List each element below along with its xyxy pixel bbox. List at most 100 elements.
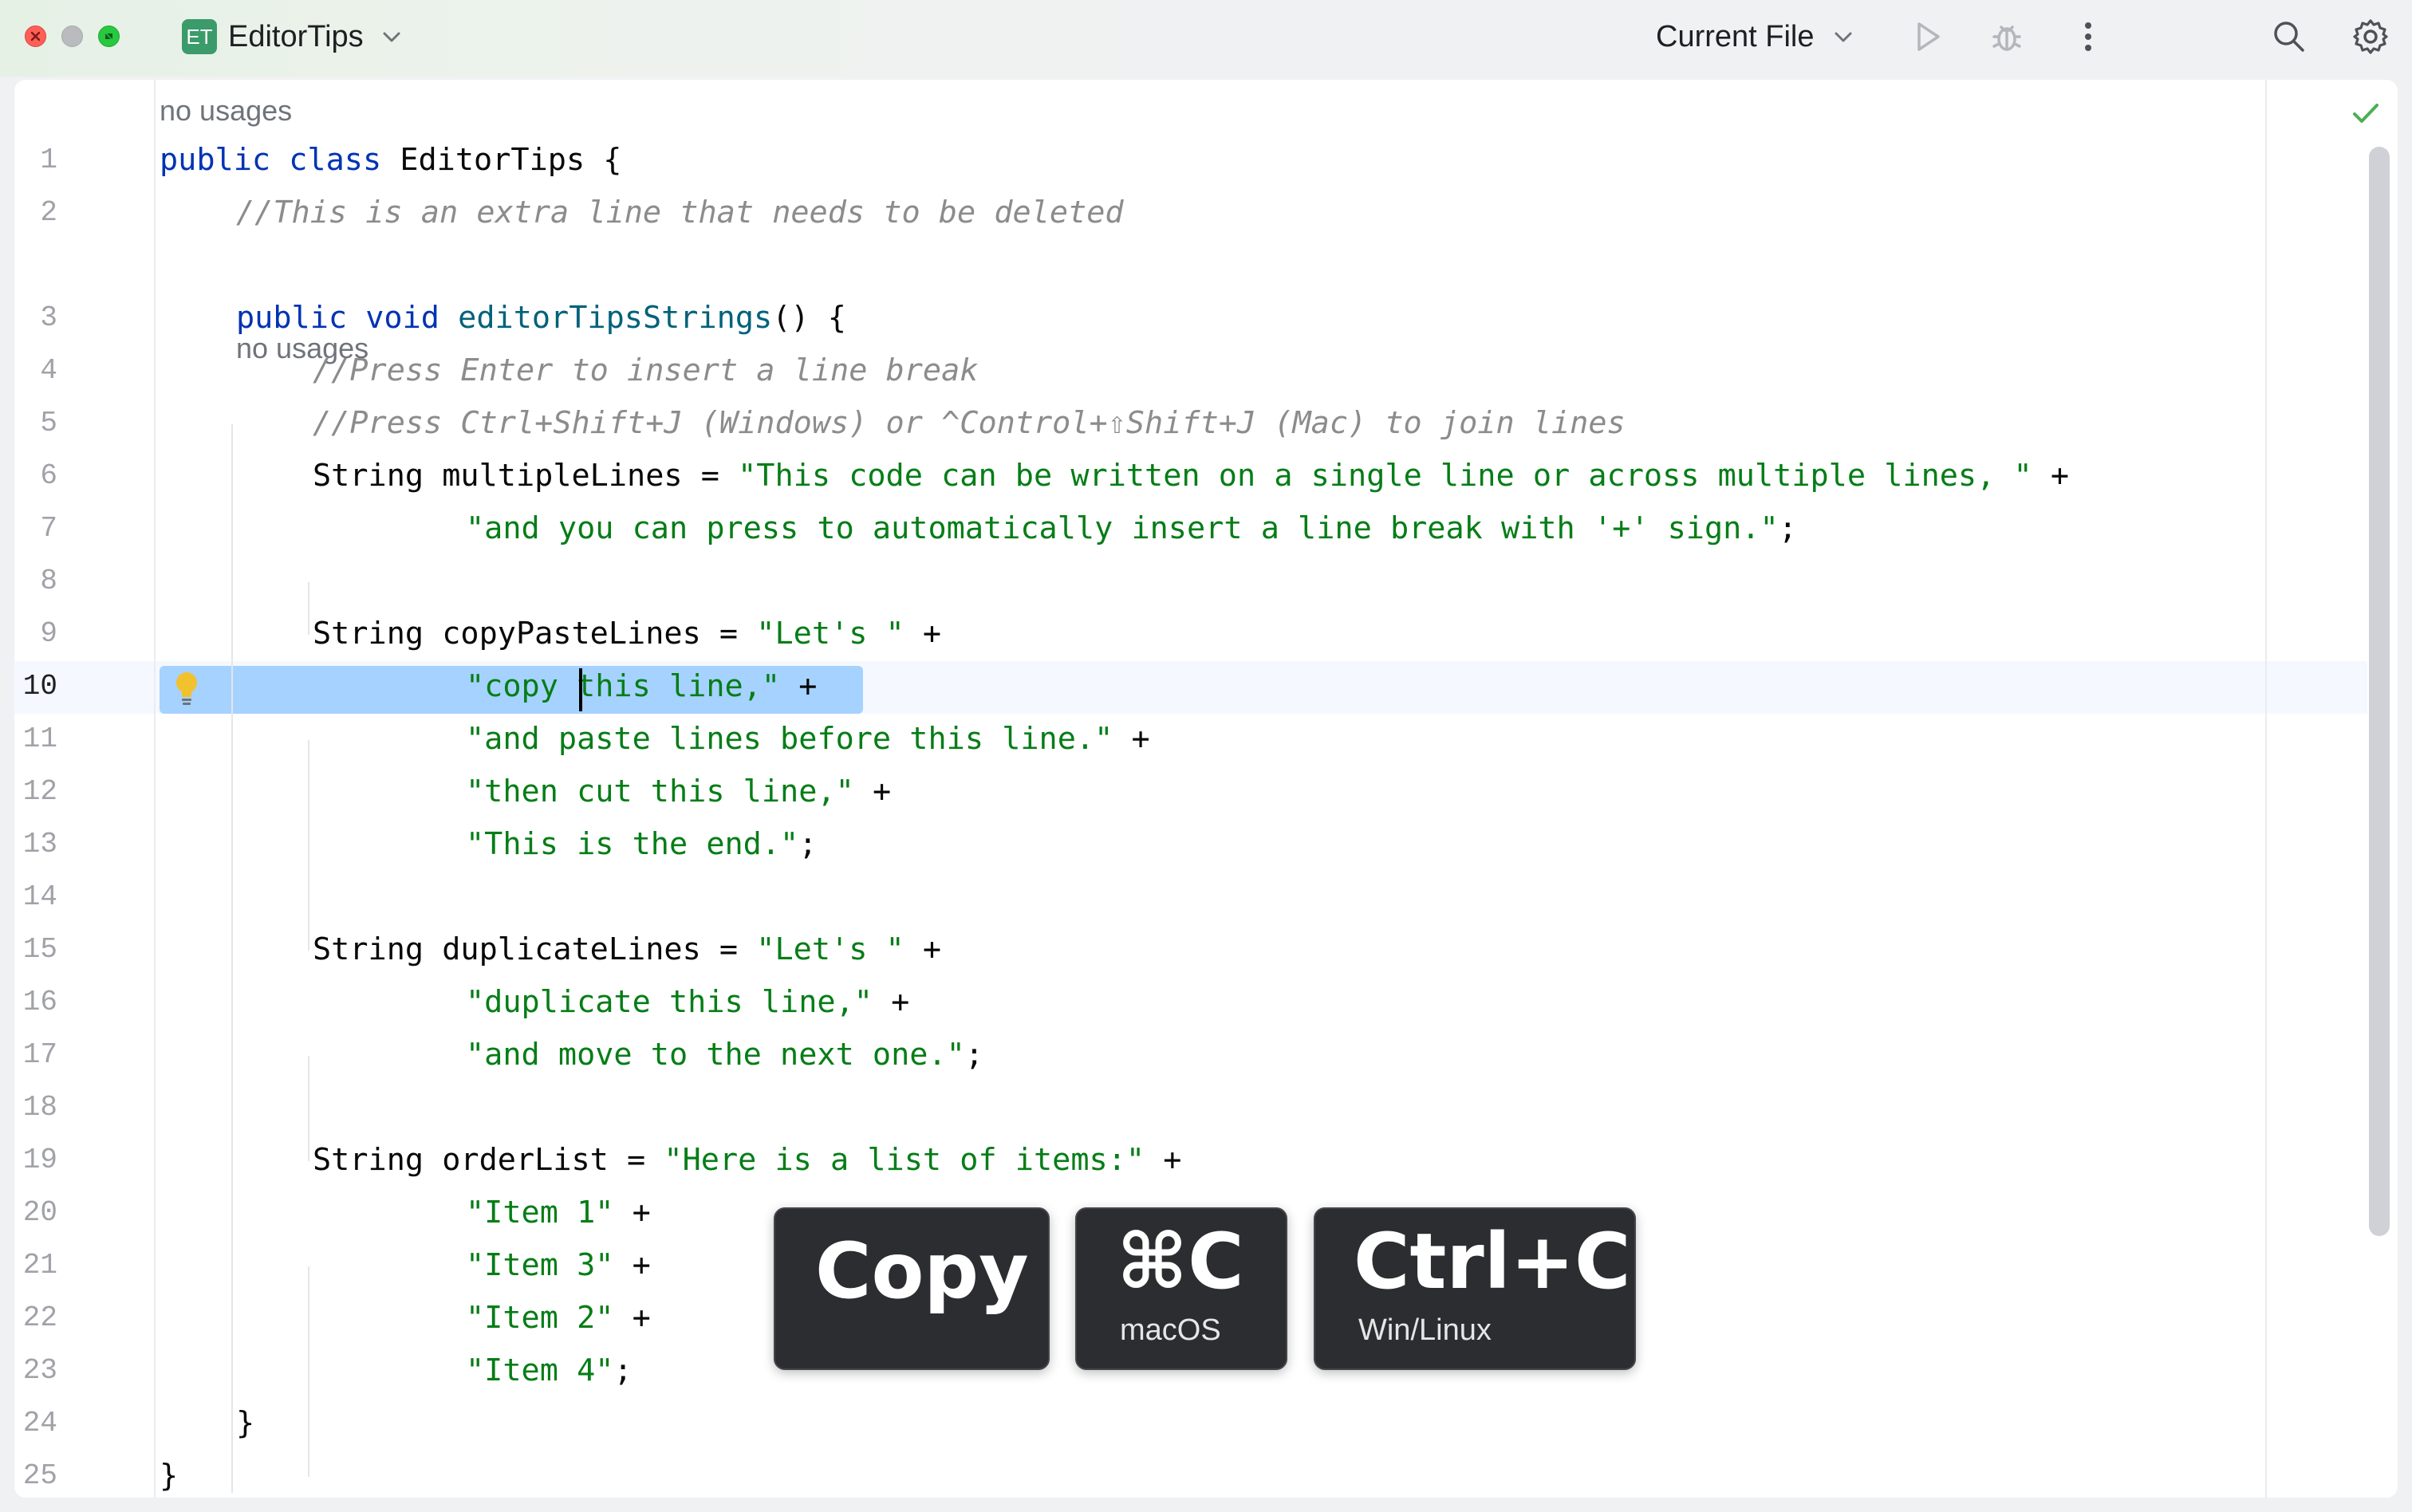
macos-shortcut-badge: ⌘C macOS bbox=[1075, 1207, 1287, 1370]
line-number[interactable]: 24 bbox=[14, 1397, 57, 1450]
chevron-down-icon[interactable] bbox=[1831, 26, 1855, 49]
code-line[interactable]: String multipleLines = "This code can be… bbox=[313, 450, 2069, 502]
code-token: public class bbox=[160, 142, 400, 178]
macos-shortcut: ⌘C bbox=[1117, 1217, 1244, 1306]
line-number[interactable]: 4 bbox=[14, 345, 57, 397]
line-number[interactable]: 6 bbox=[14, 450, 57, 502]
code-token: } bbox=[160, 1458, 179, 1494]
code-line[interactable]: "then cut this line," + bbox=[466, 766, 891, 818]
code-token: "This code can be written on a single li… bbox=[738, 458, 2032, 494]
indent-guide bbox=[308, 1266, 309, 1477]
code-token: String multipleLines = bbox=[313, 458, 739, 494]
gutter-divider bbox=[154, 80, 156, 1498]
code-line[interactable]: String orderList = "Here is a list of it… bbox=[313, 1134, 1181, 1187]
line-number[interactable]: 12 bbox=[14, 766, 57, 818]
code-token: //This is an extra line that needs to be… bbox=[236, 195, 1124, 230]
line-number[interactable]: 17 bbox=[14, 1029, 57, 1081]
code-token: () { bbox=[772, 300, 846, 336]
code-line[interactable]: } bbox=[160, 1450, 178, 1498]
line-number[interactable]: 22 bbox=[14, 1292, 57, 1345]
code-token: "Here is a list of items:" bbox=[664, 1142, 1145, 1178]
line-number[interactable]: 14 bbox=[14, 871, 57, 923]
run-icon[interactable] bbox=[1906, 16, 1948, 57]
code-token: String duplicateLines = bbox=[313, 931, 757, 967]
run-configuration-selector[interactable]: Current File bbox=[1656, 18, 1815, 56]
code-line[interactable]: "and you can press to automatically inse… bbox=[466, 502, 1797, 555]
action-label: Copy bbox=[815, 1227, 1029, 1316]
code-token: + bbox=[1145, 1142, 1182, 1178]
line-number[interactable]: 18 bbox=[14, 1081, 57, 1134]
line-number[interactable]: 25 bbox=[14, 1450, 57, 1498]
code-token: + bbox=[904, 616, 942, 652]
code-line[interactable]: public class EditorTips { bbox=[160, 134, 621, 187]
code-line[interactable]: "and paste lines before this line." + bbox=[466, 713, 1150, 766]
code-token: + bbox=[872, 984, 910, 1020]
code-token: "and move to the next one." bbox=[466, 1037, 965, 1073]
code-line[interactable]: "Item 1" + bbox=[466, 1187, 651, 1239]
code-line[interactable]: "This is the end."; bbox=[466, 818, 817, 871]
macos-label: macOS bbox=[1120, 1313, 1221, 1347]
line-number[interactable]: 21 bbox=[14, 1239, 57, 1292]
code-token: public void bbox=[236, 300, 459, 336]
vertical-scrollbar[interactable] bbox=[2369, 147, 2390, 1236]
settings-gear-icon[interactable] bbox=[2350, 16, 2391, 57]
lightbulb-intention-icon[interactable] bbox=[171, 668, 203, 708]
line-number[interactable]: 7 bbox=[14, 502, 57, 555]
code-line[interactable]: "copy this line," + bbox=[466, 660, 817, 713]
code-line[interactable]: } bbox=[236, 1397, 254, 1450]
project-name[interactable]: EditorTips bbox=[228, 18, 364, 56]
code-token: + bbox=[2032, 458, 2070, 494]
chevron-down-icon[interactable] bbox=[380, 26, 404, 49]
code-token: ; bbox=[798, 826, 818, 862]
indent-guide bbox=[308, 740, 309, 951]
indent-guide bbox=[308, 1056, 309, 1161]
line-number[interactable]: 9 bbox=[14, 608, 57, 660]
code-token: ; bbox=[613, 1353, 633, 1388]
code-token: "then cut this line," bbox=[466, 774, 854, 809]
code-token: "and paste lines before this line." bbox=[466, 721, 1113, 757]
code-line[interactable]: public void editorTipsStrings() { bbox=[236, 292, 846, 345]
code-line[interactable]: "and move to the next one."; bbox=[466, 1029, 983, 1081]
line-number[interactable]: 15 bbox=[14, 923, 57, 976]
code-token: //Press Enter to insert a line break bbox=[313, 352, 979, 388]
title-bar: ET EditorTips Current File bbox=[0, 0, 2412, 77]
code-line[interactable]: String copyPasteLines = "Let's " + bbox=[313, 608, 941, 660]
usages-hint[interactable]: no usages bbox=[160, 85, 292, 137]
more-vertical-icon[interactable] bbox=[2067, 16, 2109, 57]
line-number[interactable]: 2 bbox=[14, 187, 57, 239]
minimize-icon[interactable] bbox=[61, 26, 83, 47]
line-number[interactable]: 5 bbox=[14, 397, 57, 450]
line-number[interactable]: 1 bbox=[14, 134, 57, 187]
line-number[interactable]: 20 bbox=[14, 1187, 57, 1239]
code-line[interactable]: //This is an extra line that needs to be… bbox=[236, 187, 1124, 239]
code-token: + bbox=[780, 668, 818, 704]
code-line[interactable]: String duplicateLines = "Let's " + bbox=[313, 923, 941, 976]
code-token: "copy this line," bbox=[466, 668, 781, 704]
code-line[interactable]: "duplicate this line," + bbox=[466, 976, 909, 1029]
debug-icon[interactable] bbox=[1986, 16, 2028, 57]
code-line[interactable]: //Press Ctrl+Shift+J (Windows) or ^Contr… bbox=[313, 397, 1626, 450]
code-line[interactable]: //Press Enter to insert a line break bbox=[313, 345, 978, 397]
project-badge[interactable]: ET bbox=[182, 19, 217, 54]
close-icon[interactable] bbox=[25, 26, 46, 47]
action-key-badge: Copy bbox=[774, 1207, 1050, 1370]
line-number[interactable]: 19 bbox=[14, 1134, 57, 1187]
code-token: ; bbox=[1778, 510, 1797, 546]
code-token: "and you can press to automatically inse… bbox=[466, 510, 1779, 546]
code-line[interactable]: "Item 2" + bbox=[466, 1292, 651, 1345]
line-number[interactable]: 23 bbox=[14, 1345, 57, 1397]
line-number[interactable]: 11 bbox=[14, 713, 57, 766]
line-number[interactable]: 8 bbox=[14, 555, 57, 608]
no-problems-check-icon[interactable] bbox=[2350, 97, 2382, 129]
line-number[interactable]: 10 bbox=[14, 660, 57, 713]
line-number[interactable]: 3 bbox=[14, 292, 57, 345]
code-line[interactable]: "Item 4"; bbox=[466, 1345, 633, 1397]
code-token: + bbox=[1113, 721, 1150, 757]
search-icon[interactable] bbox=[2268, 16, 2310, 57]
code-token: EditorTips { bbox=[400, 142, 622, 178]
line-number[interactable]: 16 bbox=[14, 976, 57, 1029]
code-line[interactable]: "Item 3" + bbox=[466, 1239, 651, 1292]
code-token: "duplicate this line," bbox=[466, 984, 873, 1020]
line-number[interactable]: 13 bbox=[14, 818, 57, 871]
zoom-icon[interactable] bbox=[98, 26, 120, 47]
